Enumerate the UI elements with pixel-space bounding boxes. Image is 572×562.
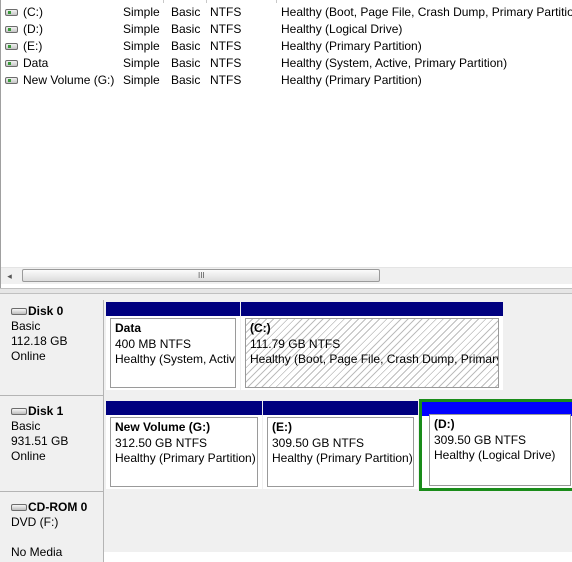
partition-body: New Volume (G:) 312.50 GB NTFS Healthy (…: [110, 417, 258, 487]
volume-file-system: NTFS: [210, 39, 242, 53]
partition-status: Healthy (Logical Drive): [434, 448, 556, 462]
drive-icon: [5, 9, 18, 16]
disk-title: Disk 1: [11, 404, 103, 419]
volume-file-system: NTFS: [210, 56, 242, 70]
partition-c[interactable]: (C:) 111.79 GB NTFS Healthy (Boot, Page …: [241, 302, 503, 390]
disk-kind: Basic: [11, 319, 41, 333]
disk-icon: [11, 408, 27, 415]
horizontal-scrollbar[interactable]: ◂ III: [1, 267, 572, 284]
partition-name: (E:): [272, 420, 292, 434]
grip-icon: III: [198, 271, 205, 280]
partition-body: (E:) 309.50 GB NTFS Healthy (Primary Par…: [267, 417, 414, 487]
disk-kind: Basic: [11, 419, 41, 433]
partition-size: 309.50 GB NTFS: [434, 432, 527, 447]
drive-icon: [5, 26, 18, 33]
partition-g[interactable]: New Volume (G:) 312.50 GB NTFS Healthy (…: [106, 401, 262, 489]
partition-d-selected[interactable]: (D:) 309.50 GB NTFS Healthy (Logical Dri…: [419, 399, 572, 491]
volume-layout: Simple: [123, 5, 160, 19]
column-header-strip[interactable]: [1, 0, 572, 3]
volume-row[interactable]: New Volume (G:) Simple Basic NTFS Health…: [1, 72, 572, 89]
cdrom-spacer: [11, 530, 103, 545]
volume-name: Data: [23, 56, 49, 70]
disk-0-label[interactable]: Disk 0 Basic 112.18 GB Online: [0, 300, 104, 396]
partition-e[interactable]: (E:) 309.50 GB NTFS Healthy (Primary Par…: [263, 401, 418, 489]
partition-name: Data: [115, 321, 142, 335]
partition-name: (D:): [434, 417, 455, 431]
disk-title: Disk 0: [11, 304, 103, 319]
partition-bar: [263, 401, 418, 415]
volume-list[interactable]: (C:) Simple Basic NTFS Healthy (Boot, Pa…: [0, 0, 572, 288]
volume-type: Basic: [171, 39, 201, 53]
partition-size: 400 MB NTFS: [115, 336, 192, 351]
disk-size: 112.18 GB: [11, 334, 68, 348]
volume-file-system: NTFS: [210, 73, 242, 87]
volume-layout: Simple: [123, 73, 160, 87]
partition-size: 312.50 GB NTFS: [115, 435, 208, 450]
partition-status: Healthy (Primary Partition): [272, 451, 413, 465]
drive-icon: [5, 60, 18, 67]
volume-type: Basic: [171, 56, 201, 70]
cdrom-drive: DVD (F:): [11, 515, 59, 529]
partition-data[interactable]: Data 400 MB NTFS Healthy (System, Activ: [106, 302, 240, 390]
partition-bar: [106, 302, 240, 316]
volume-status: Healthy (Primary Partition): [281, 39, 422, 53]
volume-row[interactable]: (D:) Simple Basic NTFS Healthy (Logical …: [1, 21, 572, 38]
volume-status: Healthy (Primary Partition): [281, 73, 422, 87]
volume-layout: Simple: [123, 22, 160, 36]
volume-file-system: NTFS: [210, 5, 242, 19]
disk-state: Online: [11, 449, 46, 463]
partition-body: (C:) 111.79 GB NTFS Healthy (Boot, Page …: [245, 318, 499, 388]
column-header-layout[interactable]: [108, 0, 164, 3]
partition-size: 309.50 GB NTFS: [272, 435, 365, 450]
partition-status: Healthy (Primary Partition): [115, 451, 256, 465]
volume-layout: Simple: [123, 56, 160, 70]
volume-name: (E:): [23, 39, 43, 53]
partition-name: (C:): [250, 321, 271, 335]
volume-status: Healthy (Boot, Page File, Crash Dump, Pr…: [281, 5, 572, 19]
cdrom-state: No Media: [11, 545, 63, 559]
disk-1-label[interactable]: Disk 1 Basic 931.51 GB Online: [0, 396, 104, 492]
partition-body: Data 400 MB NTFS Healthy (System, Activ: [110, 318, 236, 388]
volume-status: Healthy (Logical Drive): [281, 22, 403, 36]
scrollbar-thumb[interactable]: III: [22, 269, 380, 282]
partition-bar: [106, 401, 262, 415]
volume-row[interactable]: Data Simple Basic NTFS Healthy (System, …: [1, 55, 572, 72]
volume-file-system: NTFS: [210, 22, 242, 36]
volume-row[interactable]: (C:) Simple Basic NTFS Healthy (Boot, Pa…: [1, 4, 572, 21]
drive-icon: [5, 43, 18, 50]
volume-row[interactable]: (E:) Simple Basic NTFS Healthy (Primary …: [1, 38, 572, 55]
disk-size: 931.51 GB: [11, 434, 69, 448]
column-header-type[interactable]: [163, 0, 207, 3]
volume-type: Basic: [171, 5, 201, 19]
partition-body: (D:) 309.50 GB NTFS Healthy (Logical Dri…: [429, 414, 571, 486]
partition-bar: [241, 302, 503, 316]
volume-type: Basic: [171, 73, 201, 87]
partition-status: Healthy (System, Activ: [115, 352, 236, 366]
volume-type: Basic: [171, 22, 201, 36]
volume-status: Healthy (System, Active, Primary Partiti…: [281, 56, 508, 70]
volume-name: (C:): [23, 5, 43, 19]
column-header-file-system[interactable]: [206, 0, 277, 3]
drive-icon: [5, 77, 18, 84]
volume-layout: Simple: [123, 39, 160, 53]
cdrom-title: CD-ROM 0: [11, 500, 103, 515]
partition-status: Healthy (Boot, Page File, Crash Dump, Pr…: [250, 352, 499, 366]
volume-name: (D:): [23, 22, 43, 36]
cdrom-icon: [11, 504, 27, 511]
disk-icon: [11, 308, 27, 315]
volume-name: New Volume (G:): [23, 73, 115, 87]
scroll-left-arrow-icon[interactable]: ◂: [1, 268, 18, 284]
disk-map: Disk 0 Basic 112.18 GB Online Data 400 M…: [0, 294, 572, 562]
disk-state: Online: [11, 349, 46, 363]
partition-name: New Volume (G:): [115, 420, 211, 434]
partition-size: 111.79 GB NTFS: [250, 336, 341, 351]
